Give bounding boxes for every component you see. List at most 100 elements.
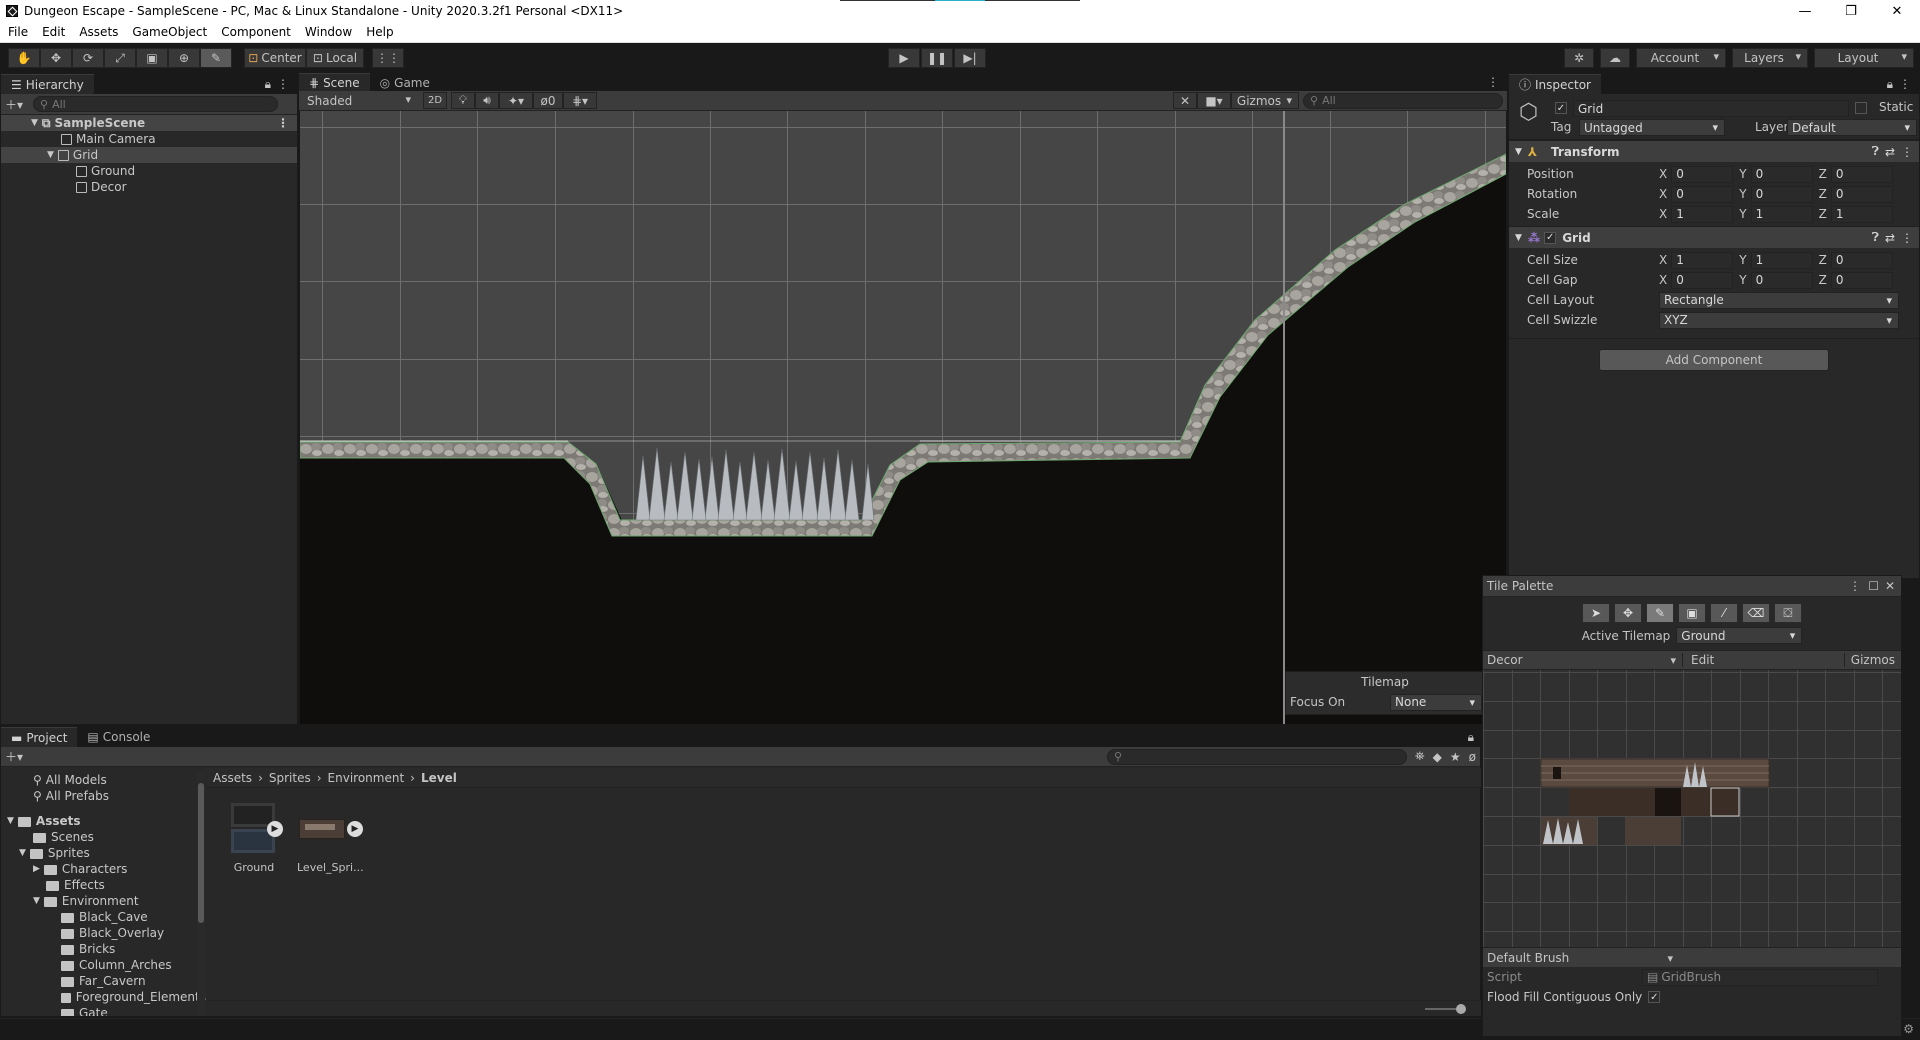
help-icon[interactable]: ❓︎ bbox=[1872, 230, 1879, 245]
hierarchy-item-main-camera[interactable]: Main Camera bbox=[1, 131, 297, 147]
scene-viewport[interactable]: Tilemap Focus On None bbox=[300, 92, 1506, 724]
hierarchy-scene-row[interactable]: ▼ ⧉ SampleScene ⋮ bbox=[1, 115, 297, 131]
grid-snap-icon[interactable]: ⋮⋮ bbox=[372, 48, 404, 68]
select-tool-icon[interactable]: ➤ bbox=[1582, 603, 1610, 623]
kebab-menu-icon[interactable]: ⋮ bbox=[1849, 579, 1861, 593]
tree-folder-item[interactable]: Black_Cave bbox=[1, 909, 206, 925]
scene-grid-icon[interactable]: ⋕▾ bbox=[563, 92, 597, 109]
move-tool-icon[interactable]: ✥ bbox=[40, 48, 72, 68]
play-icon[interactable]: ▶ bbox=[888, 48, 920, 68]
scene-search-input[interactable]: ⚲ All bbox=[1303, 92, 1503, 109]
tree-folder-item[interactable]: Far_Cavern bbox=[1, 973, 206, 989]
transform-x-field[interactable]: 0 bbox=[1671, 165, 1734, 183]
transform-y-field[interactable]: 0 bbox=[1750, 165, 1813, 183]
transform-x-field[interactable]: 1 bbox=[1671, 205, 1734, 223]
object-name-field[interactable]: Grid bbox=[1573, 100, 1849, 117]
cell-gap-x-field[interactable]: 0 bbox=[1671, 271, 1734, 289]
paint-brush-icon[interactable]: ✎ bbox=[1646, 603, 1674, 623]
focus-on-dropdown[interactable]: None bbox=[1390, 693, 1482, 711]
lock-icon[interactable]: 🔒︎ bbox=[1468, 730, 1474, 745]
scale-tool-icon[interactable]: ⤢ bbox=[104, 48, 136, 68]
cell-swizzle-dropdown[interactable]: XYZ bbox=[1659, 311, 1899, 329]
menu-edit[interactable]: Edit bbox=[34, 25, 71, 39]
menu-help[interactable]: Help bbox=[358, 25, 399, 39]
cell-layout-dropdown[interactable]: Rectangle bbox=[1659, 291, 1899, 309]
close-icon[interactable]: ✕ bbox=[1885, 579, 1895, 593]
zoom-slider-thumb[interactable] bbox=[1456, 1004, 1466, 1014]
tab-hierarchy[interactable]: ☰ Hierarchy bbox=[1, 74, 94, 94]
tree-folder-item[interactable]: Black_Overlay bbox=[1, 925, 206, 941]
scene-menu-icon[interactable]: ⋮ bbox=[277, 116, 289, 130]
tab-inspector[interactable]: ⓘ Inspector bbox=[1509, 74, 1601, 94]
filter-label-icon[interactable]: ◆ bbox=[1433, 750, 1442, 764]
custom-tool-icon[interactable]: ✎ bbox=[200, 48, 232, 68]
hierarchy-item-grid[interactable]: ▼ Grid bbox=[1, 147, 297, 163]
transform-tool-icon[interactable]: ⊕ bbox=[168, 48, 200, 68]
step-icon[interactable]: ▶| bbox=[954, 48, 986, 68]
picker-icon[interactable]: ⁄ bbox=[1710, 603, 1738, 623]
play-circle-icon[interactable]: ▶ bbox=[347, 821, 363, 837]
active-tilemap-dropdown[interactable]: Ground bbox=[1676, 627, 1803, 644]
menu-component[interactable]: Component bbox=[213, 25, 297, 39]
grid-enabled-checkbox[interactable]: ✓ bbox=[1544, 231, 1557, 244]
breadcrumb-level[interactable]: Level bbox=[421, 771, 457, 785]
cell-size-y-field[interactable]: 1 bbox=[1750, 251, 1813, 269]
preset-icon[interactable]: ⇄ bbox=[1885, 145, 1895, 159]
asset-level-sprites[interactable]: ▶ Level_Spri... bbox=[297, 799, 364, 874]
favorite-all-models[interactable]: ⚲ All Models bbox=[1, 772, 206, 788]
kebab-menu-icon[interactable]: ⋮ bbox=[277, 77, 289, 91]
asset-ground[interactable]: ▶ Ground bbox=[221, 799, 287, 874]
active-checkbox[interactable]: ✓ bbox=[1555, 102, 1567, 114]
palette-grid[interactable] bbox=[1483, 670, 1901, 947]
hierarchy-item-ground[interactable]: Ground bbox=[1, 163, 297, 179]
cell-size-z-field[interactable]: 0 bbox=[1830, 251, 1893, 269]
tab-game[interactable]: ◎ Game bbox=[369, 73, 440, 92]
tree-assets[interactable]: ▼ Assets bbox=[1, 813, 206, 829]
box-fill-icon[interactable]: ▣ bbox=[1678, 603, 1706, 623]
fill-bucket-icon[interactable]: ⛋ bbox=[1774, 603, 1802, 623]
tools-icon[interactable]: ✕ bbox=[1173, 92, 1197, 109]
transform-z-field[interactable]: 0 bbox=[1830, 185, 1893, 203]
hidden-objects-toggle[interactable]: ø0 bbox=[533, 92, 563, 109]
close-icon[interactable]: ✕ bbox=[1874, 0, 1920, 22]
cloud-icon[interactable]: ☁ bbox=[1600, 48, 1630, 68]
tree-folder-item[interactable]: Gate bbox=[1, 1005, 206, 1016]
transform-z-field[interactable]: 0 bbox=[1830, 165, 1893, 183]
brush-dropdown[interactable]: Default Brush bbox=[1483, 951, 1679, 965]
filter-type-icon[interactable]: ⛯ bbox=[1415, 749, 1425, 764]
favorite-star-icon[interactable]: ★ bbox=[1450, 750, 1461, 764]
pivot-local-button[interactable]: ⊡ Local bbox=[306, 48, 364, 68]
rect-tool-icon[interactable]: ▣ bbox=[136, 48, 168, 68]
project-search-input[interactable]: ⚲ bbox=[1107, 748, 1408, 765]
hidden-packages-icon[interactable]: ø bbox=[1469, 750, 1476, 764]
tree-scrollbar-thumb[interactable] bbox=[198, 783, 204, 923]
flood-fill-checkbox[interactable]: ✓ bbox=[1648, 991, 1661, 1003]
breadcrumb-environment[interactable]: Environment bbox=[328, 771, 405, 785]
tab-console[interactable]: ▤ Console bbox=[77, 727, 161, 747]
layer-dropdown[interactable]: Default bbox=[1787, 119, 1917, 136]
menu-window[interactable]: Window bbox=[297, 25, 358, 39]
tag-dropdown[interactable]: Untagged bbox=[1579, 119, 1725, 136]
tree-scenes[interactable]: Scenes bbox=[1, 829, 206, 845]
cell-gap-z-field[interactable]: 0 bbox=[1830, 271, 1893, 289]
breadcrumb-assets[interactable]: Assets bbox=[213, 771, 252, 785]
account-dropdown[interactable]: Account bbox=[1636, 48, 1726, 68]
tree-folder-item[interactable]: Foreground_Elements bbox=[1, 989, 206, 1005]
tab-scene[interactable]: ⋕ Scene bbox=[299, 73, 370, 92]
layout-dropdown[interactable]: Layout bbox=[1814, 48, 1914, 68]
kebab-menu-icon[interactable]: ⋮ bbox=[1899, 77, 1911, 91]
maximize-icon[interactable]: ☐ bbox=[1868, 579, 1879, 593]
play-circle-icon[interactable]: ▶ bbox=[267, 821, 283, 837]
hand-tool-icon[interactable]: ✋ bbox=[8, 48, 40, 68]
static-checkbox[interactable] bbox=[1855, 102, 1867, 114]
camera-icon[interactable]: ■▾ bbox=[1197, 92, 1231, 109]
2d-toggle[interactable]: 2D bbox=[423, 92, 447, 109]
transform-y-field[interactable]: 1 bbox=[1750, 205, 1813, 223]
preset-icon[interactable]: ⇄ bbox=[1885, 231, 1895, 245]
audio-icon[interactable]: 🔊︎ bbox=[475, 92, 499, 109]
pause-icon[interactable]: ❚❚ bbox=[921, 48, 953, 68]
collab-icon[interactable]: ✲ bbox=[1564, 48, 1594, 68]
help-icon[interactable]: ❓︎ bbox=[1872, 144, 1879, 159]
rotate-tool-icon[interactable]: ⟳ bbox=[72, 48, 104, 68]
create-plus-icon[interactable]: ＋▾ bbox=[5, 748, 23, 765]
